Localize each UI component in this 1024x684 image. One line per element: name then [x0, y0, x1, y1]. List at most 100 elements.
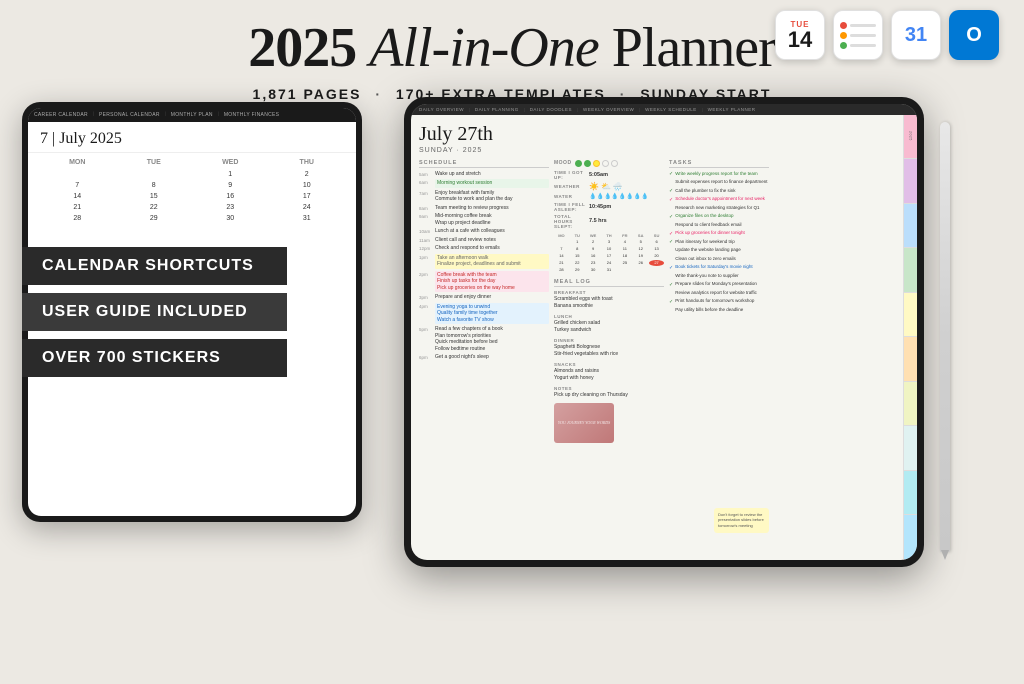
schedule-item: Mid-morning coffee breakWrap up project … — [435, 213, 549, 226]
tab-strip-item-9[interactable] — [904, 471, 917, 516]
check-icon: ✓ — [669, 197, 673, 203]
mc-cell: 2 — [586, 239, 601, 245]
nav-tab-personal[interactable]: PERSONAL CALENDAR — [99, 112, 160, 118]
tab-strip-item-8[interactable] — [904, 426, 917, 471]
left-tablet-nav: CAREER CALENDAR | PERSONAL CALENDAR | MO… — [28, 108, 356, 122]
google-calendar-icon[interactable]: 31 — [891, 10, 941, 60]
mood-circle-4[interactable] — [602, 160, 609, 167]
nav-weekly-planner[interactable]: WEEKLY PLANNER — [708, 107, 756, 112]
cal-cell: 10 — [270, 181, 345, 190]
planner-main-area: July 27th SUNDAY · 2025 SCHEDULE 5am Wak… — [411, 115, 903, 560]
water-icons: 💧💧💧💧💧💧💧💧 — [589, 193, 649, 200]
snacks-text: Almonds and raisinsYogurt with honey — [554, 368, 664, 382]
apple-calendar-icon[interactable]: TUE 14 — [775, 10, 825, 60]
reminders-icon[interactable] — [833, 10, 883, 60]
mc-cell: 7 — [554, 246, 569, 252]
task-row: ✓ Submit expenses report to finance depa… — [669, 179, 769, 186]
task-text: Update the website landing page — [675, 247, 741, 253]
cal-cell: 2 — [270, 170, 345, 179]
schedule-item: Team meeting to review progress — [435, 205, 549, 212]
nav-daily-planning[interactable]: DAILY PLANNING — [475, 107, 519, 112]
dot1: · — [375, 86, 382, 102]
task-row: ✓ Call the plumber to fix the sink — [669, 188, 769, 195]
planner-nav: DAILY OVERVIEW | DAILY PLANNING | DAILY … — [411, 104, 917, 115]
nav-daily-doodles[interactable]: DAILY DOODLES — [530, 107, 572, 112]
mc-cell: 4 — [617, 239, 632, 245]
dot2: · — [620, 86, 627, 102]
tab-strip-item-5[interactable] — [904, 293, 917, 338]
cal-cell: 22 — [117, 203, 192, 212]
nav-weekly-overview[interactable]: WEEKLY OVERVIEW — [583, 107, 634, 112]
mc-h-tu: TU — [570, 233, 585, 238]
tab-strip-item-4[interactable] — [904, 248, 917, 293]
schedule-row: 5pm Read a few chapters of a bookPlan to… — [419, 326, 549, 352]
apple-pencil — [940, 122, 950, 552]
mc-cell: 14 — [554, 253, 569, 259]
tab-strip-item-6[interactable] — [904, 337, 917, 382]
tab-strip-item-3[interactable] — [904, 204, 917, 249]
weather-label: WEATHER — [554, 184, 586, 189]
cal-cell: 29 — [117, 214, 192, 223]
cal-week-5: 28 29 30 31 — [40, 214, 344, 223]
tasks-header: TASKS — [669, 160, 769, 168]
time-6pm: 6pm — [419, 354, 433, 360]
mood-circle-5[interactable] — [611, 160, 618, 167]
content-area: CAREER CALENDAR | PERSONAL CALENDAR | MO… — [0, 102, 1024, 684]
main-tablet: DAILY OVERVIEW | DAILY PLANNING | DAILY … — [404, 97, 924, 567]
mc-cell: 15 — [570, 253, 585, 259]
mc-cell: 28 — [554, 267, 569, 273]
schedule-row: 6am Morning workout session — [419, 179, 549, 188]
middle-column: MOOD — [554, 160, 664, 553]
nav-tab-career[interactable]: CAREER CALENDAR — [34, 112, 88, 118]
cal-cell: 9 — [193, 181, 268, 190]
mood-circle-2[interactable] — [584, 160, 591, 167]
schedule-item: Check and respond to emails — [435, 245, 549, 252]
mood-circle-3[interactable] — [593, 160, 600, 167]
feature-badges: CALENDAR SHORTCUTS USER GUIDE INCLUDED O… — [22, 247, 287, 377]
task-text: Schedule doctor's appointment for next w… — [675, 196, 765, 202]
reminder-line-2 — [840, 32, 876, 39]
task-text: Organize files on the desktop — [675, 213, 733, 219]
weather-icons: ☀️ ⛅ 🌧️ — [589, 182, 623, 191]
nav-weekly-schedule[interactable]: WEEKLY SCHEDULE — [645, 107, 697, 112]
nav-tab-finances[interactable]: MONTHLY FINANCES — [224, 112, 279, 118]
mc-cell: 5 — [633, 239, 648, 245]
mc-cell: 12 — [633, 246, 648, 252]
tab-strip-item-1[interactable]: 2025 — [904, 115, 917, 160]
check-icon: ✓ — [669, 239, 673, 245]
breakfast-text: Scrambled eggs with toastBanana smoothie — [554, 296, 664, 310]
nav-sep: | — [702, 107, 703, 112]
mood-circles — [575, 160, 618, 167]
cal-cell: 17 — [270, 192, 345, 201]
mc-cell: 18 — [617, 253, 632, 259]
reminder-dot-orange — [840, 32, 847, 39]
slept-value: 10:45pm — [589, 204, 611, 210]
task-row: ✓ Write weekly progress report for the t… — [669, 171, 769, 178]
tab-strip-item-2[interactable] — [904, 159, 917, 204]
nav-daily-overview[interactable]: DAILY OVERVIEW — [419, 107, 464, 112]
task-row: ✓ Research new marketing strategies for … — [669, 205, 769, 212]
outlook-icon[interactable]: O — [949, 10, 999, 60]
tab-strip-item-7[interactable] — [904, 382, 917, 427]
gcal-label: 31 — [905, 24, 927, 47]
snacks-label: SNACKS — [554, 362, 664, 367]
schedule-item: Client call and review notes — [435, 237, 549, 244]
mc-cell: 31 — [602, 267, 617, 273]
main-tablet-inner: DAILY OVERVIEW | DAILY PLANNING | DAILY … — [411, 104, 917, 560]
time-woke-row: TIME I GOT UP: 5:05am — [554, 170, 664, 180]
main-title: 2025 All-in-One Planner — [248, 18, 776, 80]
check-icon: ✓ — [669, 231, 673, 237]
mc-cell: 23 — [586, 260, 601, 266]
task-row: ✓ Schedule doctor's appointment for next… — [669, 196, 769, 203]
schedule-row: 10am Lunch at a cafe with colleagues — [419, 228, 549, 235]
cal-cell: 1 — [193, 170, 268, 179]
cal-cell: 7 — [40, 181, 115, 190]
nav-tab-monthly[interactable]: MONTHLY PLAN — [171, 112, 213, 118]
cal-week-4: 21 22 23 24 — [40, 203, 344, 212]
mood-label: MOOD — [554, 160, 572, 166]
mc-h-su: SU — [649, 233, 664, 238]
tab-strip-item-10[interactable] — [904, 515, 917, 560]
lunch-item: LUNCH Grilled chicken saladTurkey sandwi… — [554, 314, 664, 334]
mood-circle-1[interactable] — [575, 160, 582, 167]
mc-cell: 19 — [633, 253, 648, 259]
